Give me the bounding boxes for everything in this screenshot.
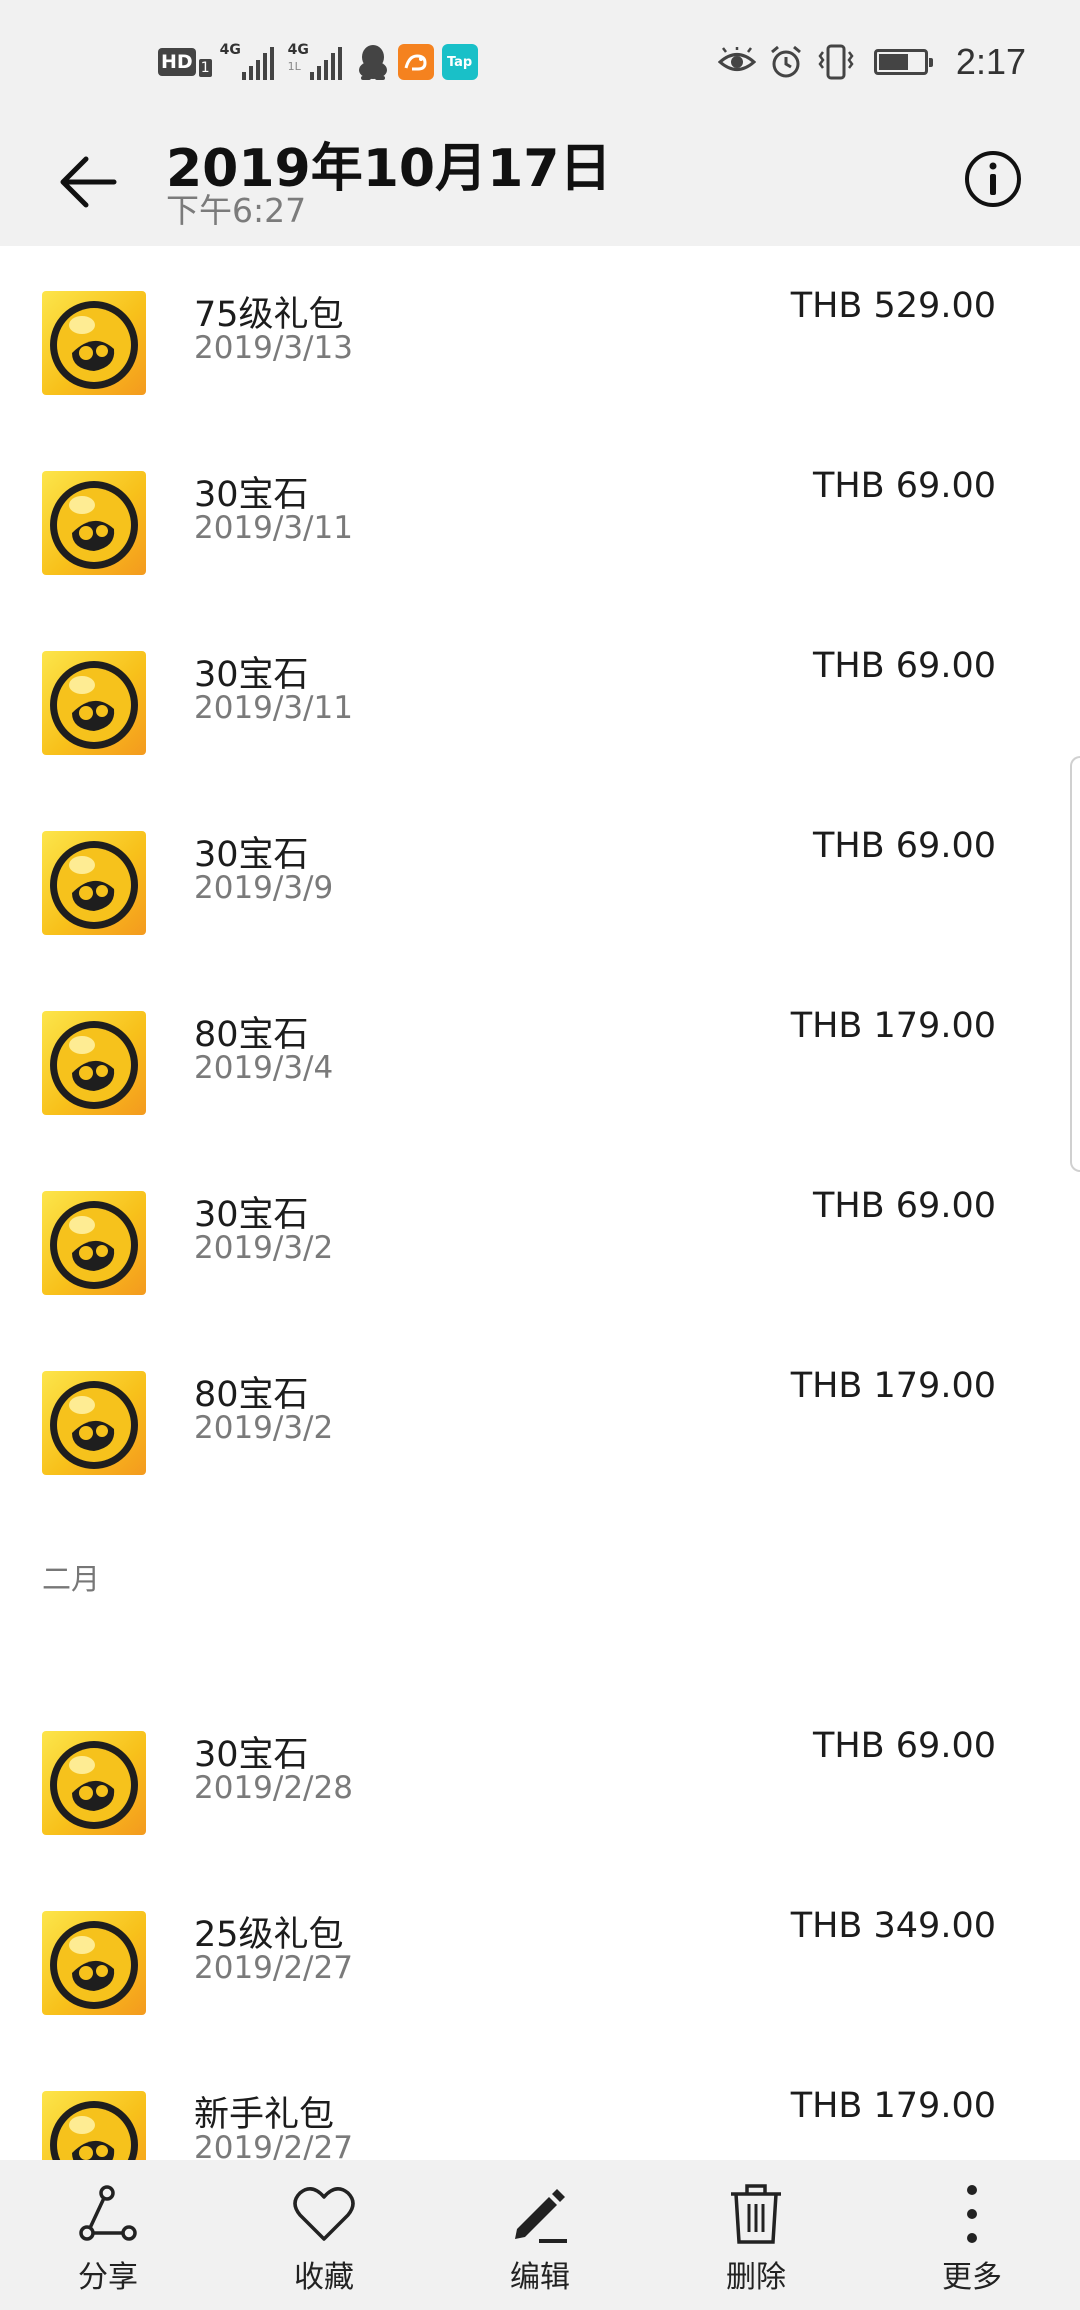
skull-icon (50, 1381, 138, 1469)
brawl-stars-app-icon (42, 1911, 146, 2015)
brawl-stars-app-icon (42, 1731, 146, 1835)
share-icon (79, 2185, 137, 2241)
edit-label: 编辑 (510, 2260, 570, 2295)
app-bar: 2019年10月17日 下午6:27 (0, 124, 1080, 246)
brawl-stars-app-icon (42, 471, 146, 575)
brawl-stars-app-icon (42, 2091, 146, 2160)
item-price: THB 69.00 (812, 1186, 996, 1226)
status-time: 2:17 (955, 41, 1026, 82)
tap-app-label: Tap (446, 54, 473, 70)
hd-label: HD (158, 48, 196, 76)
item-date: 2019/2/28 (194, 1770, 353, 1806)
skull-icon (50, 1921, 138, 2009)
delete-button[interactable]: 删除 (648, 2160, 864, 2310)
brawl-stars-app-icon (42, 651, 146, 755)
brawl-stars-app-icon (42, 1191, 146, 1295)
favorite-label: 收藏 (294, 2260, 354, 2295)
brawl-stars-app-icon (42, 291, 146, 395)
skull-icon (50, 301, 138, 389)
eye-comfort-icon (717, 47, 756, 71)
purchase-list[interactable]: 75级礼包 2019/3/13 THB 529.00 30宝石 2019/3/11 THB… (0, 246, 1080, 2160)
item-date: 2019/3/11 (194, 690, 353, 726)
list-item[interactable]: 30宝石 2019/2/28 THB 69.00 (0, 1686, 1080, 1866)
item-date: 2019/3/13 (194, 330, 353, 366)
item-price: THB 179.00 (790, 1366, 996, 1406)
trash-icon (731, 2184, 781, 2244)
status-left: HD 1 4G 4G 1L Tap (158, 42, 478, 82)
skull-icon (50, 1021, 138, 1109)
item-date: 2019/3/4 (194, 1050, 334, 1086)
item-date: 2019/3/2 (194, 1410, 334, 1446)
more-label: 更多 (942, 2260, 1002, 2295)
brawl-stars-app-icon (42, 1011, 146, 1115)
back-button[interactable] (50, 144, 126, 220)
item-price: THB 179.00 (790, 2086, 996, 2126)
item-price: THB 69.00 (812, 466, 996, 506)
list-item[interactable]: 25级礼包 2019/2/27 THB 349.00 (0, 1866, 1080, 2046)
item-price: THB 69.00 (812, 826, 996, 866)
brawl-stars-app-icon (42, 831, 146, 935)
list-item[interactable]: 30宝石 2019/3/11 THB 69.00 (0, 606, 1080, 786)
list-item[interactable]: 80宝石 2019/3/2 THB 179.00 (0, 1326, 1080, 1506)
item-price: THB 179.00 (790, 1006, 996, 1046)
item-date: 2019/3/2 (194, 1230, 334, 1266)
info-icon (965, 151, 1021, 207)
signal-2-label: 4G (287, 42, 309, 58)
item-date: 2019/2/27 (194, 2130, 353, 2160)
share-label: 分享 (78, 2260, 138, 2295)
signal-icon-2: 4G 1L (288, 42, 348, 82)
list-item[interactable]: 新手礼包 2019/2/27 THB 179.00 (0, 2046, 1080, 2160)
brawl-stars-app-icon (42, 1371, 146, 1475)
pencil-icon (515, 2189, 567, 2243)
signal-2-sub: 1L (287, 60, 301, 73)
item-date: 2019/2/27 (194, 1950, 353, 1986)
info-button[interactable] (958, 144, 1028, 214)
skull-icon (50, 481, 138, 569)
skull-icon (50, 1741, 138, 1829)
item-price: THB 349.00 (790, 1906, 996, 1946)
item-date: 2019/3/11 (194, 510, 353, 546)
status-right: 2:17 (717, 40, 1026, 84)
signal-icon: 4G (220, 42, 280, 82)
delete-label: 删除 (726, 2260, 786, 2295)
list-item[interactable]: 75级礼包 2019/3/13 THB 529.00 (0, 246, 1080, 426)
hd-voice-icon: HD 1 (158, 47, 212, 77)
uc-browser-icon (397, 44, 434, 80)
alarm-icon (770, 45, 801, 78)
signal-1-label: 4G (219, 42, 241, 58)
bottom-action-bar: 分享 收藏 编辑 删除 更多 (0, 2160, 1080, 2310)
list-item[interactable]: 80宝石 2019/3/4 THB 179.00 (0, 966, 1080, 1146)
skull-icon (50, 2101, 138, 2160)
item-price: THB 69.00 (812, 1726, 996, 1766)
list-item[interactable]: 30宝石 2019/3/9 THB 69.00 (0, 786, 1080, 966)
status-bar: HD 1 4G 4G 1L Tap 2:17 (0, 0, 1080, 124)
battery-icon (873, 49, 933, 75)
page-subtitle: 下午6:27 (166, 191, 307, 230)
more-vertical-icon (967, 2185, 977, 2243)
more-button[interactable]: 更多 (864, 2160, 1080, 2310)
tap-app-icon: Tap (441, 44, 478, 80)
skull-icon (50, 1201, 138, 1289)
qq-penguin-icon (358, 45, 387, 80)
heart-icon (293, 2187, 355, 2241)
list-item[interactable]: 30宝石 2019/3/2 THB 69.00 (0, 1146, 1080, 1326)
section-header-february: 二月 (42, 1562, 101, 1596)
item-date: 2019/3/9 (194, 870, 334, 906)
list-item[interactable]: 30宝石 2019/3/11 THB 69.00 (0, 426, 1080, 606)
favorite-button[interactable]: 收藏 (216, 2160, 432, 2310)
hd-sub: 1 (198, 59, 212, 77)
item-price: THB 69.00 (812, 646, 996, 686)
back-arrow-icon (60, 156, 117, 208)
vibrate-icon (818, 44, 854, 80)
skull-icon (50, 841, 138, 929)
edit-button[interactable]: 编辑 (432, 2160, 648, 2310)
item-price: THB 529.00 (790, 286, 996, 326)
skull-icon (50, 661, 138, 749)
share-button[interactable]: 分享 (0, 2160, 216, 2310)
